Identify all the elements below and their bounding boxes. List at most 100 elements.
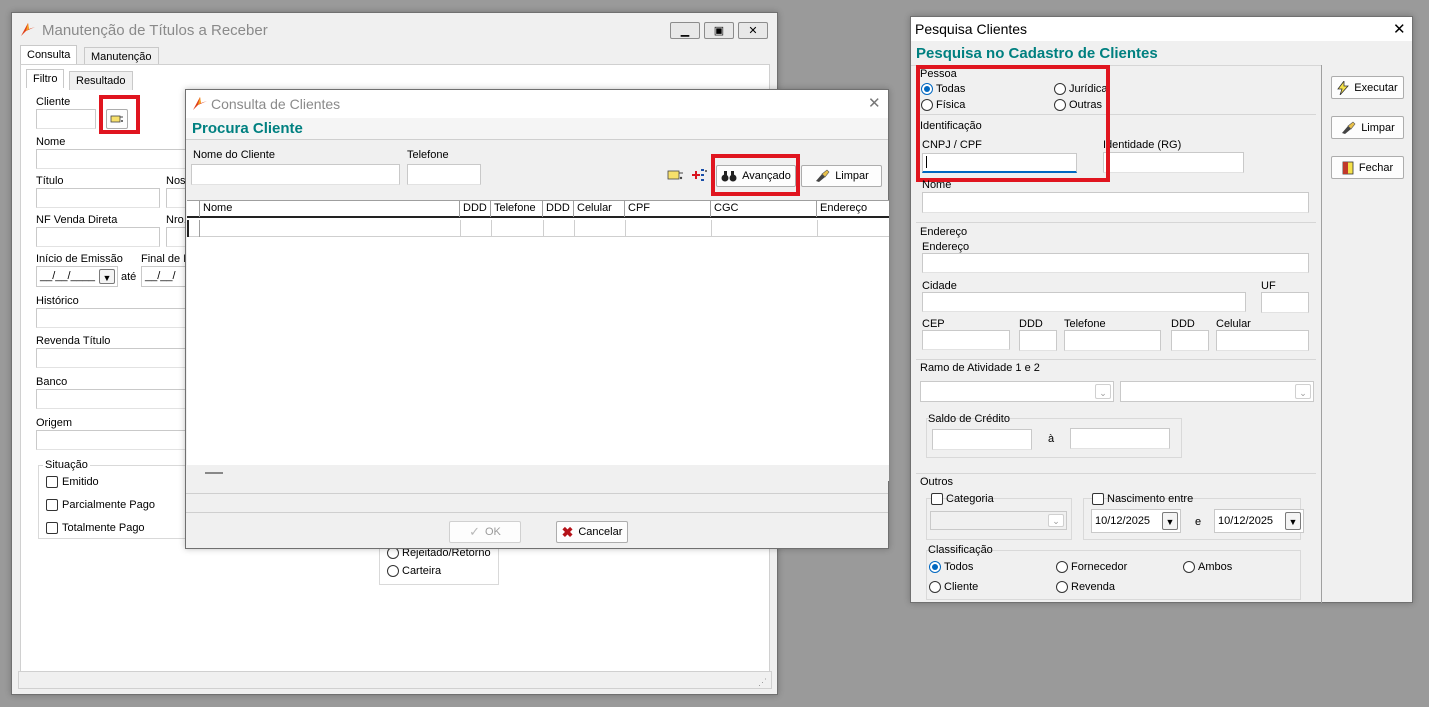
inicio-emissao-label: Início de Emissão xyxy=(36,253,123,265)
horizontal-scrollbar[interactable] xyxy=(187,465,889,481)
nro-input[interactable] xyxy=(166,227,186,247)
historico-input[interactable] xyxy=(36,308,186,328)
titulos-window-titlebar: Manutenção de Títulos a Receber xyxy=(12,13,777,45)
identidade-rg-input[interactable] xyxy=(1103,152,1244,173)
revenda-label: Revenda Título xyxy=(36,335,111,347)
chevron-down-icon[interactable]: ⌄ xyxy=(1048,514,1064,527)
nascimento-checkbox[interactable] xyxy=(1092,493,1104,505)
celular-label: Celular xyxy=(1216,318,1251,330)
limpar-button[interactable]: Limpar xyxy=(1331,116,1404,139)
saldo-inicio-input[interactable] xyxy=(932,429,1032,450)
close-icon[interactable]: ✕ xyxy=(868,94,881,112)
titulo-input[interactable] xyxy=(36,188,160,208)
chevron-down-icon[interactable]: ▼ xyxy=(1162,512,1178,530)
titulos-window-title: Manutenção de Títulos a Receber xyxy=(42,22,268,39)
nome-input[interactable] xyxy=(922,192,1309,213)
grid-col-telefone[interactable]: Telefone xyxy=(491,201,543,217)
ddd2-input[interactable] xyxy=(1171,330,1209,351)
add-row-icon[interactable] xyxy=(690,167,708,186)
saldo-fim-input[interactable] xyxy=(1070,428,1170,449)
check-icon: ✓ xyxy=(469,524,480,539)
nome-label: Nome xyxy=(36,136,66,148)
scrollbar-thumb[interactable] xyxy=(205,472,223,474)
final-emissao-value: __/__/ xyxy=(145,270,176,282)
ambos-radio[interactable] xyxy=(1183,561,1195,573)
endereco-input[interactable] xyxy=(922,253,1309,273)
cliente-code-input[interactable] xyxy=(36,109,96,129)
telefone-input[interactable] xyxy=(1064,330,1161,351)
parcialmente-pago-checkbox[interactable] xyxy=(46,499,58,511)
grid-bottom-panel xyxy=(186,493,888,513)
consulta-clientes-window: Consulta de Clientes ✕ Procura Cliente N… xyxy=(185,89,889,549)
nome-cliente-input[interactable] xyxy=(191,164,400,185)
consulta-clientes-title: Consulta de Clientes xyxy=(211,96,341,112)
carteira-radio[interactable] xyxy=(387,565,399,577)
nascimento-inicio-value: 10/12/2025 xyxy=(1095,515,1151,527)
chevron-down-icon[interactable]: ⌄ xyxy=(1295,384,1311,399)
executar-button[interactable]: Executar xyxy=(1331,76,1404,99)
grid-indicator-col xyxy=(187,201,200,217)
ddd-label: DDD xyxy=(1019,318,1043,330)
pesquisa-window-title: Pesquisa Clientes xyxy=(915,21,1028,37)
chevron-down-icon[interactable]: ▼ xyxy=(1285,512,1301,530)
categoria-select[interactable]: ⌄ xyxy=(930,511,1067,530)
highlight-box-cliente-search xyxy=(99,95,140,134)
grid-col-celular[interactable]: Celular xyxy=(574,201,625,217)
todos-radio[interactable] xyxy=(929,561,941,573)
emitido-checkbox[interactable] xyxy=(46,476,58,488)
clientes-grid[interactable]: Nome DDD Telefone DDD Celular CPF CGC En… xyxy=(187,200,889,481)
grid-col-endereco[interactable]: Endereço xyxy=(817,201,889,217)
nascimento-fim-date[interactable]: 10/12/2025 ▼ xyxy=(1214,509,1304,533)
resize-grip-icon[interactable]: ⋰ xyxy=(758,677,767,688)
cidade-input[interactable] xyxy=(922,292,1246,312)
celular-input[interactable] xyxy=(1216,330,1309,351)
final-emissao-date[interactable]: __/__/ xyxy=(141,266,186,287)
totalmente-pago-checkbox[interactable] xyxy=(46,522,58,534)
close-icon[interactable]: ✕ xyxy=(1393,20,1406,38)
cep-input[interactable] xyxy=(922,330,1010,350)
revenda-input[interactable] xyxy=(36,348,186,368)
nosso-numero-input[interactable] xyxy=(166,188,186,208)
fornecedor-radio[interactable] xyxy=(1056,561,1068,573)
cliente-radio[interactable] xyxy=(929,581,941,593)
nome-input[interactable] xyxy=(36,149,186,169)
fechar-button[interactable]: Fechar xyxy=(1331,156,1404,179)
grid-col-ddd[interactable]: DDD xyxy=(460,201,491,217)
nascimento-inicio-date[interactable]: 10/12/2025 ▼ xyxy=(1091,509,1181,533)
maximize-button[interactable]: ▣ xyxy=(704,22,734,39)
eraser-brush-icon xyxy=(816,169,830,182)
telefone-input[interactable] xyxy=(407,164,481,185)
minimize-button[interactable]: ▁ xyxy=(670,22,700,39)
chevron-down-icon[interactable]: ▼ xyxy=(99,269,115,284)
close-button[interactable]: ✕ xyxy=(738,22,768,39)
nf-venda-input[interactable] xyxy=(36,227,160,247)
cliente-label: Cliente xyxy=(944,581,979,593)
limpar-button[interactable]: Limpar xyxy=(801,165,882,187)
categoria-checkbox[interactable] xyxy=(931,493,943,505)
origem-input[interactable] xyxy=(36,430,186,450)
ddd-input[interactable] xyxy=(1019,330,1057,351)
grid-col-nome[interactable]: Nome xyxy=(200,201,460,217)
banco-input[interactable] xyxy=(36,389,186,409)
chevron-down-icon[interactable]: ⌄ xyxy=(1095,384,1111,399)
ramo-atividade-2-select[interactable]: ⌄ xyxy=(1120,381,1314,402)
cancelar-button[interactable]: ✖ Cancelar xyxy=(556,521,628,543)
ok-button[interactable]: ✓ OK xyxy=(449,521,521,543)
revenda-radio[interactable] xyxy=(1056,581,1068,593)
grid-col-cpf[interactable]: CPF xyxy=(625,201,711,217)
grid-col-ddd2[interactable]: DDD xyxy=(543,201,574,217)
ambos-label: Ambos xyxy=(1198,561,1233,573)
parcialmente-pago-label: Parcialmente Pago xyxy=(62,499,155,511)
subtab-filtro[interactable]: Filtro xyxy=(26,69,65,88)
pesquisa-clientes-window: Pesquisa Clientes ✕ Pesquisa no Cadastro… xyxy=(910,16,1413,603)
tab-consulta[interactable]: Consulta xyxy=(20,45,78,64)
grid-col-cgc[interactable]: CGC xyxy=(711,201,817,217)
subtab-resultado[interactable]: Resultado xyxy=(69,71,133,90)
nascimento-label: Nascimento entre xyxy=(1107,493,1194,505)
uf-input[interactable] xyxy=(1261,292,1309,313)
grid-empty-row[interactable] xyxy=(187,220,889,237)
historico-label: Histórico xyxy=(36,295,79,307)
pointing-hand-icon[interactable] xyxy=(666,167,684,186)
inicio-emissao-date[interactable]: __/__/____ ▼ xyxy=(36,266,118,287)
ramo-atividade-1-select[interactable]: ⌄ xyxy=(920,381,1114,402)
